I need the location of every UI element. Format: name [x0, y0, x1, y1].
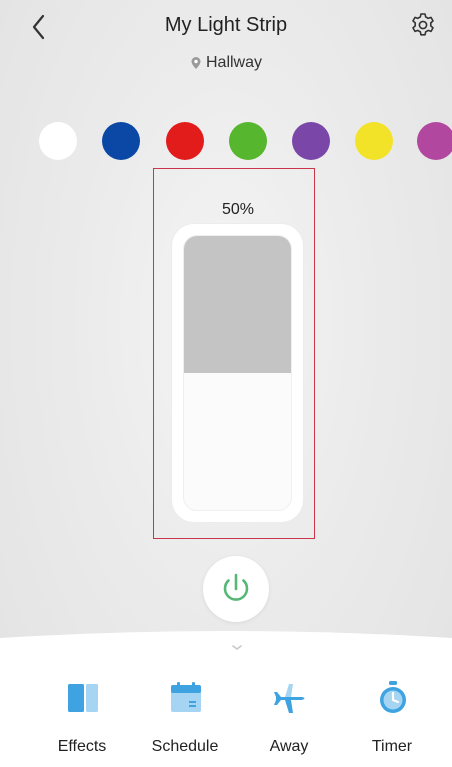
page-title: My Light Strip — [164, 14, 288, 36]
power-icon — [223, 573, 249, 601]
location-text: Hallway — [205, 54, 262, 71]
color-swatch-purple[interactable] — [292, 122, 330, 160]
brightness-slider-track[interactable] — [183, 235, 292, 511]
brightness-slider-fill — [184, 236, 291, 373]
brightness-slider[interactable] — [172, 224, 303, 522]
color-swatch-red[interactable] — [166, 122, 204, 160]
schedule-icon — [171, 682, 201, 712]
nav-effects-label: Effects — [57, 738, 107, 755]
timer-icon — [380, 681, 406, 713]
airplane-icon — [274, 684, 305, 713]
power-button[interactable] — [203, 556, 269, 622]
color-swatch-magenta[interactable] — [417, 122, 452, 160]
nav-schedule-label: Schedule — [151, 738, 219, 755]
header: My Light Strip Hallway — [0, 0, 452, 90]
chevron-down-icon[interactable] — [230, 640, 244, 650]
location-label: Hallway — [0, 54, 452, 72]
gear-icon — [412, 13, 434, 36]
nav-timer[interactable]: Timer — [347, 680, 437, 760]
settings-button[interactable] — [408, 10, 438, 40]
nav-away-label: Away — [269, 738, 309, 755]
nav-schedule[interactable]: Schedule — [140, 680, 230, 760]
color-swatch-yellow[interactable] — [355, 122, 393, 160]
brightness-percent: 50% — [221, 201, 255, 218]
color-swatch-green[interactable] — [229, 122, 267, 160]
effects-icon — [68, 684, 98, 712]
nav-away[interactable]: Away — [244, 680, 334, 760]
color-swatch-white[interactable] — [39, 122, 77, 160]
color-swatch-blue[interactable] — [102, 122, 140, 160]
location-pin-icon — [191, 56, 201, 69]
nav-effects[interactable]: Effects — [37, 680, 127, 760]
nav-timer-label: Timer — [371, 738, 413, 755]
